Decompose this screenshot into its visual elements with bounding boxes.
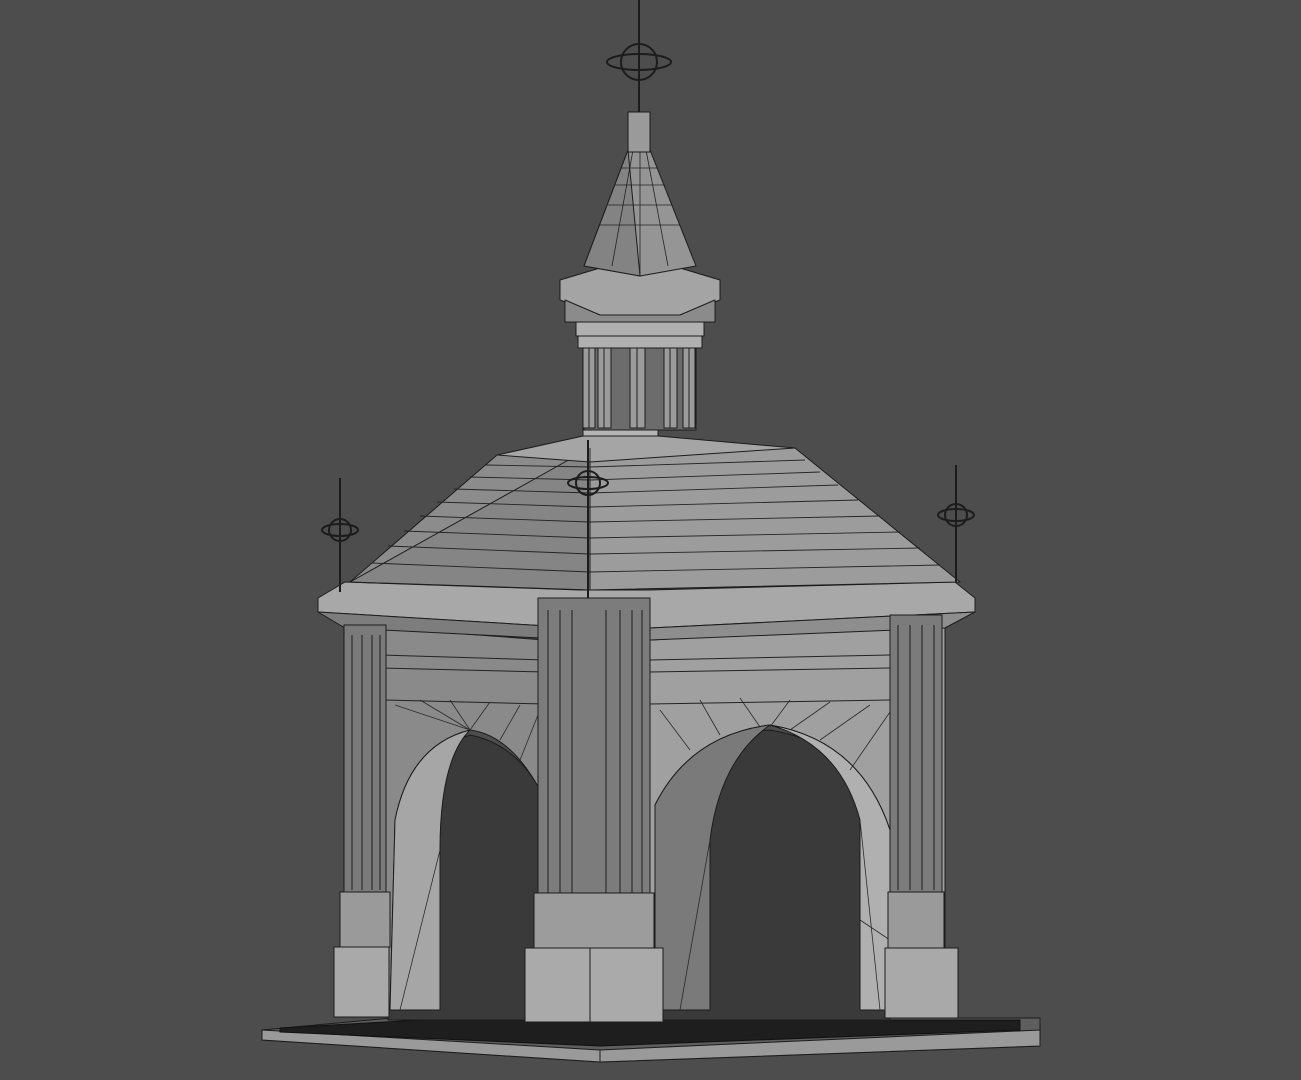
spire	[559, 0, 721, 323]
lantern-colonnade	[575, 321, 705, 431]
base-platform	[261, 1017, 1041, 1063]
hipped-roof	[349, 427, 961, 591]
wireframe-render	[261, 0, 1041, 1063]
3d-viewport[interactable]	[0, 0, 1301, 1080]
